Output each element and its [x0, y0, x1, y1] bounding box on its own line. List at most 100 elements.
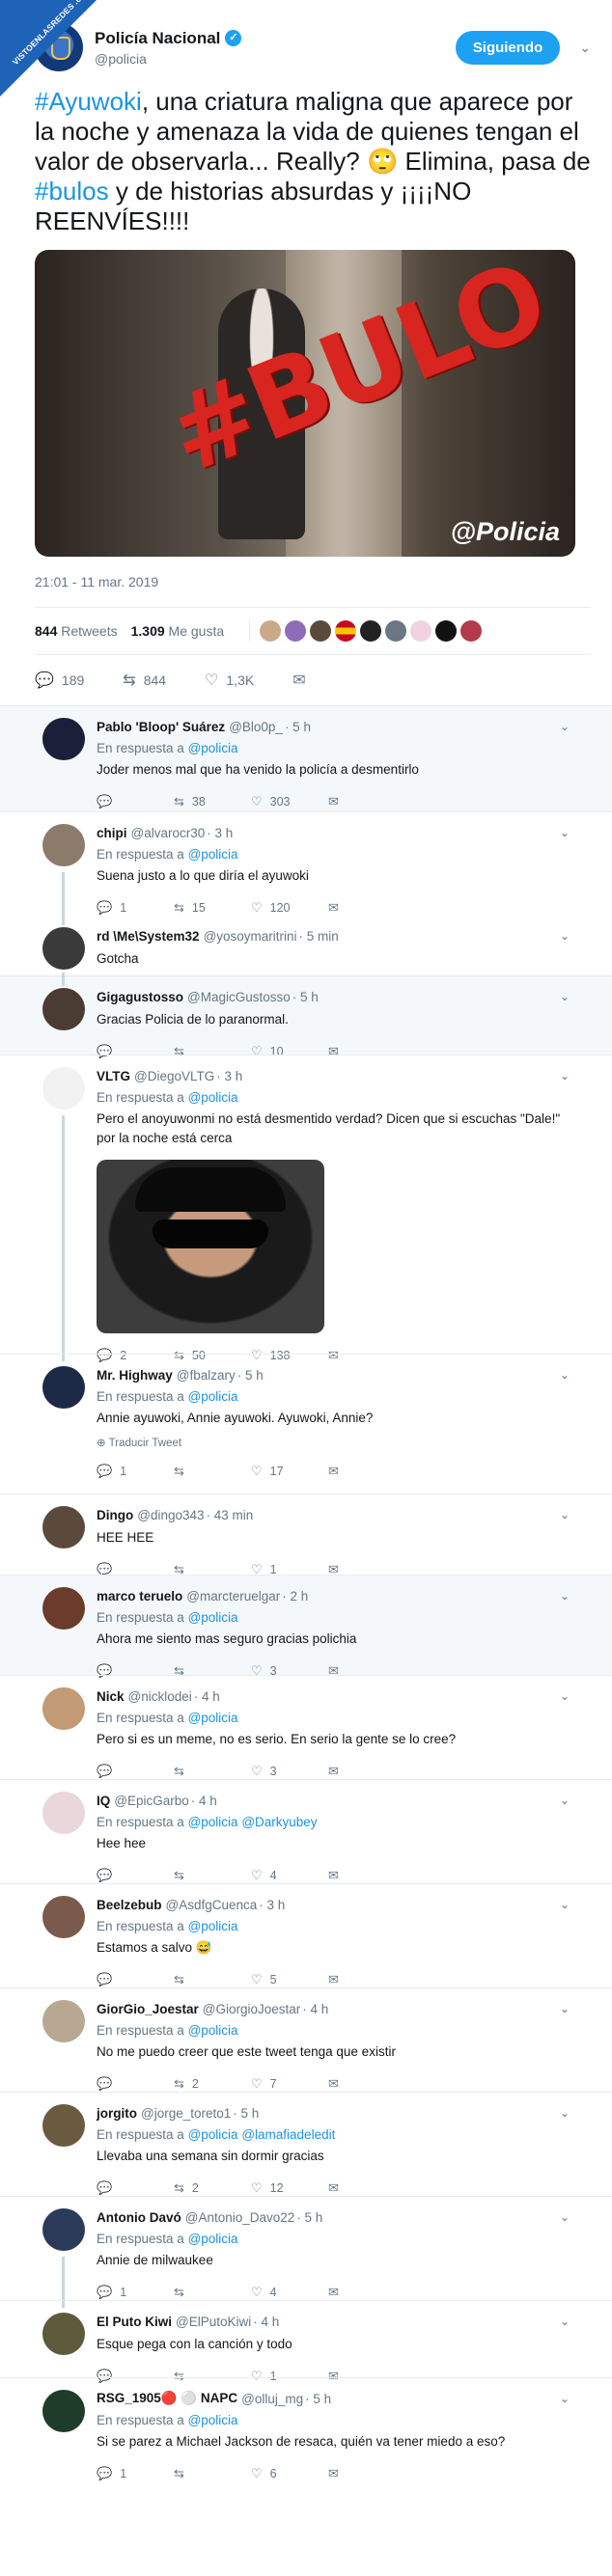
- reply-button[interactable]: 💬 1: [97, 900, 174, 916]
- reply-tweet[interactable]: marco teruelo @marcteruelgar · 2 h ⌄ En …: [0, 1575, 612, 1678]
- reply-button[interactable]: 💬: [97, 1764, 174, 1779]
- reply-button[interactable]: 💬: [97, 1972, 174, 1987]
- chevron-down-icon[interactable]: ⌄: [560, 1589, 570, 1603]
- dm-button[interactable]: ✉: [292, 671, 313, 690]
- avatar[interactable]: [42, 718, 85, 760]
- reply-button[interactable]: 💬: [97, 794, 174, 809]
- retweet-button[interactable]: ⇆: [174, 1868, 251, 1883]
- author-handle[interactable]: @dingo343: [137, 1508, 204, 1522]
- like-button[interactable]: ♡ 17: [251, 1464, 328, 1479]
- reply-time[interactable]: · 3 h: [216, 1069, 242, 1083]
- reply-time[interactable]: · 4 h: [253, 2315, 279, 2329]
- chevron-down-icon[interactable]: ⌄: [560, 1689, 570, 1703]
- retweet-button[interactable]: ⇆: [174, 1464, 251, 1479]
- dm-button[interactable]: ✉: [328, 1464, 405, 1479]
- avatar[interactable]: [42, 1366, 85, 1409]
- tweet-image[interactable]: #BULO @Policia: [35, 250, 575, 557]
- retweet-button[interactable]: ⇆ 2: [174, 2180, 251, 2196]
- like-button[interactable]: ♡ 3: [251, 1764, 328, 1779]
- avatar[interactable]: [42, 1896, 85, 1938]
- avatar[interactable]: [42, 1067, 85, 1110]
- like-button[interactable]: ♡ 6: [251, 2466, 328, 2481]
- mention-link[interactable]: @policia: [188, 2232, 238, 2246]
- reply-time[interactable]: · 5 h: [292, 990, 319, 1004]
- avatar[interactable]: [310, 620, 332, 642]
- author-name[interactable]: GiorGio_Joestar: [97, 2002, 199, 2016]
- avatar[interactable]: [42, 2208, 85, 2251]
- mention-link[interactable]: @policia: [188, 1815, 238, 1829]
- reply-time[interactable]: · 5 min: [299, 929, 339, 944]
- author-name[interactable]: Nick: [97, 1689, 125, 1704]
- chevron-down-icon[interactable]: ⌄: [560, 826, 570, 839]
- translate-link[interactable]: ⊕ Traducir Tweet: [97, 1436, 573, 1449]
- reply-tweet[interactable]: Beelzebub @AsdfgCuenca · 3 h ⌄ En respue…: [0, 1883, 612, 1987]
- chevron-down-icon[interactable]: ⌄: [560, 1508, 570, 1521]
- dm-button[interactable]: ✉: [328, 1972, 405, 1987]
- chevron-down-icon[interactable]: ⌄: [560, 1794, 570, 1807]
- avatar[interactable]: [385, 620, 407, 642]
- author-name[interactable]: Dingo: [97, 1508, 133, 1522]
- chevron-down-icon[interactable]: ⌄: [560, 1368, 570, 1382]
- reply-time[interactable]: · 5 h: [237, 1368, 264, 1383]
- like-button[interactable]: ♡ 12: [251, 2180, 328, 2196]
- reply-time[interactable]: · 2 h: [282, 1589, 308, 1603]
- mention-link[interactable]: @policia: [188, 1389, 238, 1404]
- author-handle[interactable]: @alvarocr30: [131, 826, 206, 840]
- mention-link[interactable]: @policia: [188, 847, 238, 862]
- avatar[interactable]: [460, 620, 483, 642]
- reply-time[interactable]: · 5 h: [305, 2392, 331, 2406]
- author-name[interactable]: IQ: [97, 1794, 110, 1808]
- reply-time[interactable]: · 5 h: [296, 2210, 322, 2225]
- avatar[interactable]: [42, 988, 85, 1030]
- reply-tweet[interactable]: Mr. Highway @fbalzary · 5 h ⌄ En respues…: [0, 1354, 612, 1494]
- author-handle[interactable]: @yosoymaritrini: [204, 929, 297, 944]
- author-handle[interactable]: @olluj_mg: [241, 2392, 303, 2406]
- dm-button[interactable]: ✉: [328, 794, 405, 809]
- chevron-down-icon[interactable]: ⌄: [560, 990, 570, 1003]
- chevron-down-icon[interactable]: ⌄: [579, 40, 591, 56]
- reply-button[interactable]: 💬: [97, 2180, 174, 2196]
- chevron-down-icon[interactable]: ⌄: [560, 1069, 570, 1082]
- author-name[interactable]: Pablo 'Bloop' Suárez: [97, 720, 225, 734]
- dm-button[interactable]: ✉: [328, 2285, 405, 2300]
- reply-tweet[interactable]: Nick @nicklodei · 4 h ⌄ En respuesta a @…: [0, 1675, 612, 1779]
- reply-image[interactable]: [97, 1160, 324, 1333]
- reply-tweet[interactable]: Gigagustosso @MagicGustosso · 5 h ⌄ Grac…: [0, 973, 612, 1058]
- author-handle[interactable]: @MagicGustosso: [187, 990, 291, 1004]
- reply-tweet[interactable]: jorgito @jorge_toreto1 · 5 h ⌄ En respue…: [0, 2092, 612, 2196]
- chevron-down-icon[interactable]: ⌄: [560, 1898, 570, 1911]
- like-button[interactable]: ♡ 4: [251, 2285, 328, 2300]
- chevron-down-icon[interactable]: ⌄: [560, 2315, 570, 2328]
- reply-time[interactable]: · 3 h: [207, 826, 233, 840]
- reply-tweet[interactable]: RSG_1905🔴 ⚪ NAPC @olluj_mg · 5 h ⌄ En re…: [0, 2377, 612, 2485]
- mention-link[interactable]: @policia: [188, 1610, 238, 1625]
- chevron-down-icon[interactable]: ⌄: [560, 2210, 570, 2224]
- reply-button[interactable]: 💬: [97, 2076, 174, 2092]
- chevron-down-icon[interactable]: ⌄: [560, 2392, 570, 2405]
- avatar[interactable]: [42, 2104, 85, 2147]
- like-button[interactable]: ♡ 1,3K: [205, 671, 254, 690]
- reply-time[interactable]: · 4 h: [302, 2002, 328, 2016]
- author-handle[interactable]: @nicklodei: [128, 1689, 192, 1704]
- reply-time[interactable]: · 4 h: [191, 1794, 217, 1808]
- dm-button[interactable]: ✉: [328, 1764, 405, 1779]
- reply-time[interactable]: · 5 h: [285, 720, 311, 734]
- dm-button[interactable]: ✉: [328, 2076, 405, 2092]
- like-button[interactable]: ♡ 5: [251, 1972, 328, 1987]
- author-name[interactable]: chipi: [97, 826, 127, 840]
- reply-time[interactable]: · 4 h: [194, 1689, 220, 1704]
- dm-button[interactable]: ✉: [328, 2466, 405, 2481]
- avatar[interactable]: [360, 620, 382, 642]
- reply-button[interactable]: 💬 1: [97, 1464, 174, 1479]
- avatar[interactable]: [42, 824, 85, 866]
- dm-button[interactable]: ✉: [328, 1868, 405, 1883]
- avatar[interactable]: [42, 1687, 85, 1730]
- author-handle[interactable]: @Antonio_Davo22: [185, 2210, 295, 2225]
- mention-link[interactable]: @policia: [188, 1919, 238, 1933]
- like-button[interactable]: ♡ 7: [251, 2076, 328, 2092]
- mention-link[interactable]: @Darkyubey: [241, 1815, 317, 1829]
- retweet-button[interactable]: ⇆ 2: [174, 2076, 251, 2092]
- author-handle[interactable]: @ElPutoKiwi: [176, 2315, 251, 2329]
- avatar[interactable]: [42, 2000, 85, 2042]
- mention-link[interactable]: @policia: [188, 741, 238, 755]
